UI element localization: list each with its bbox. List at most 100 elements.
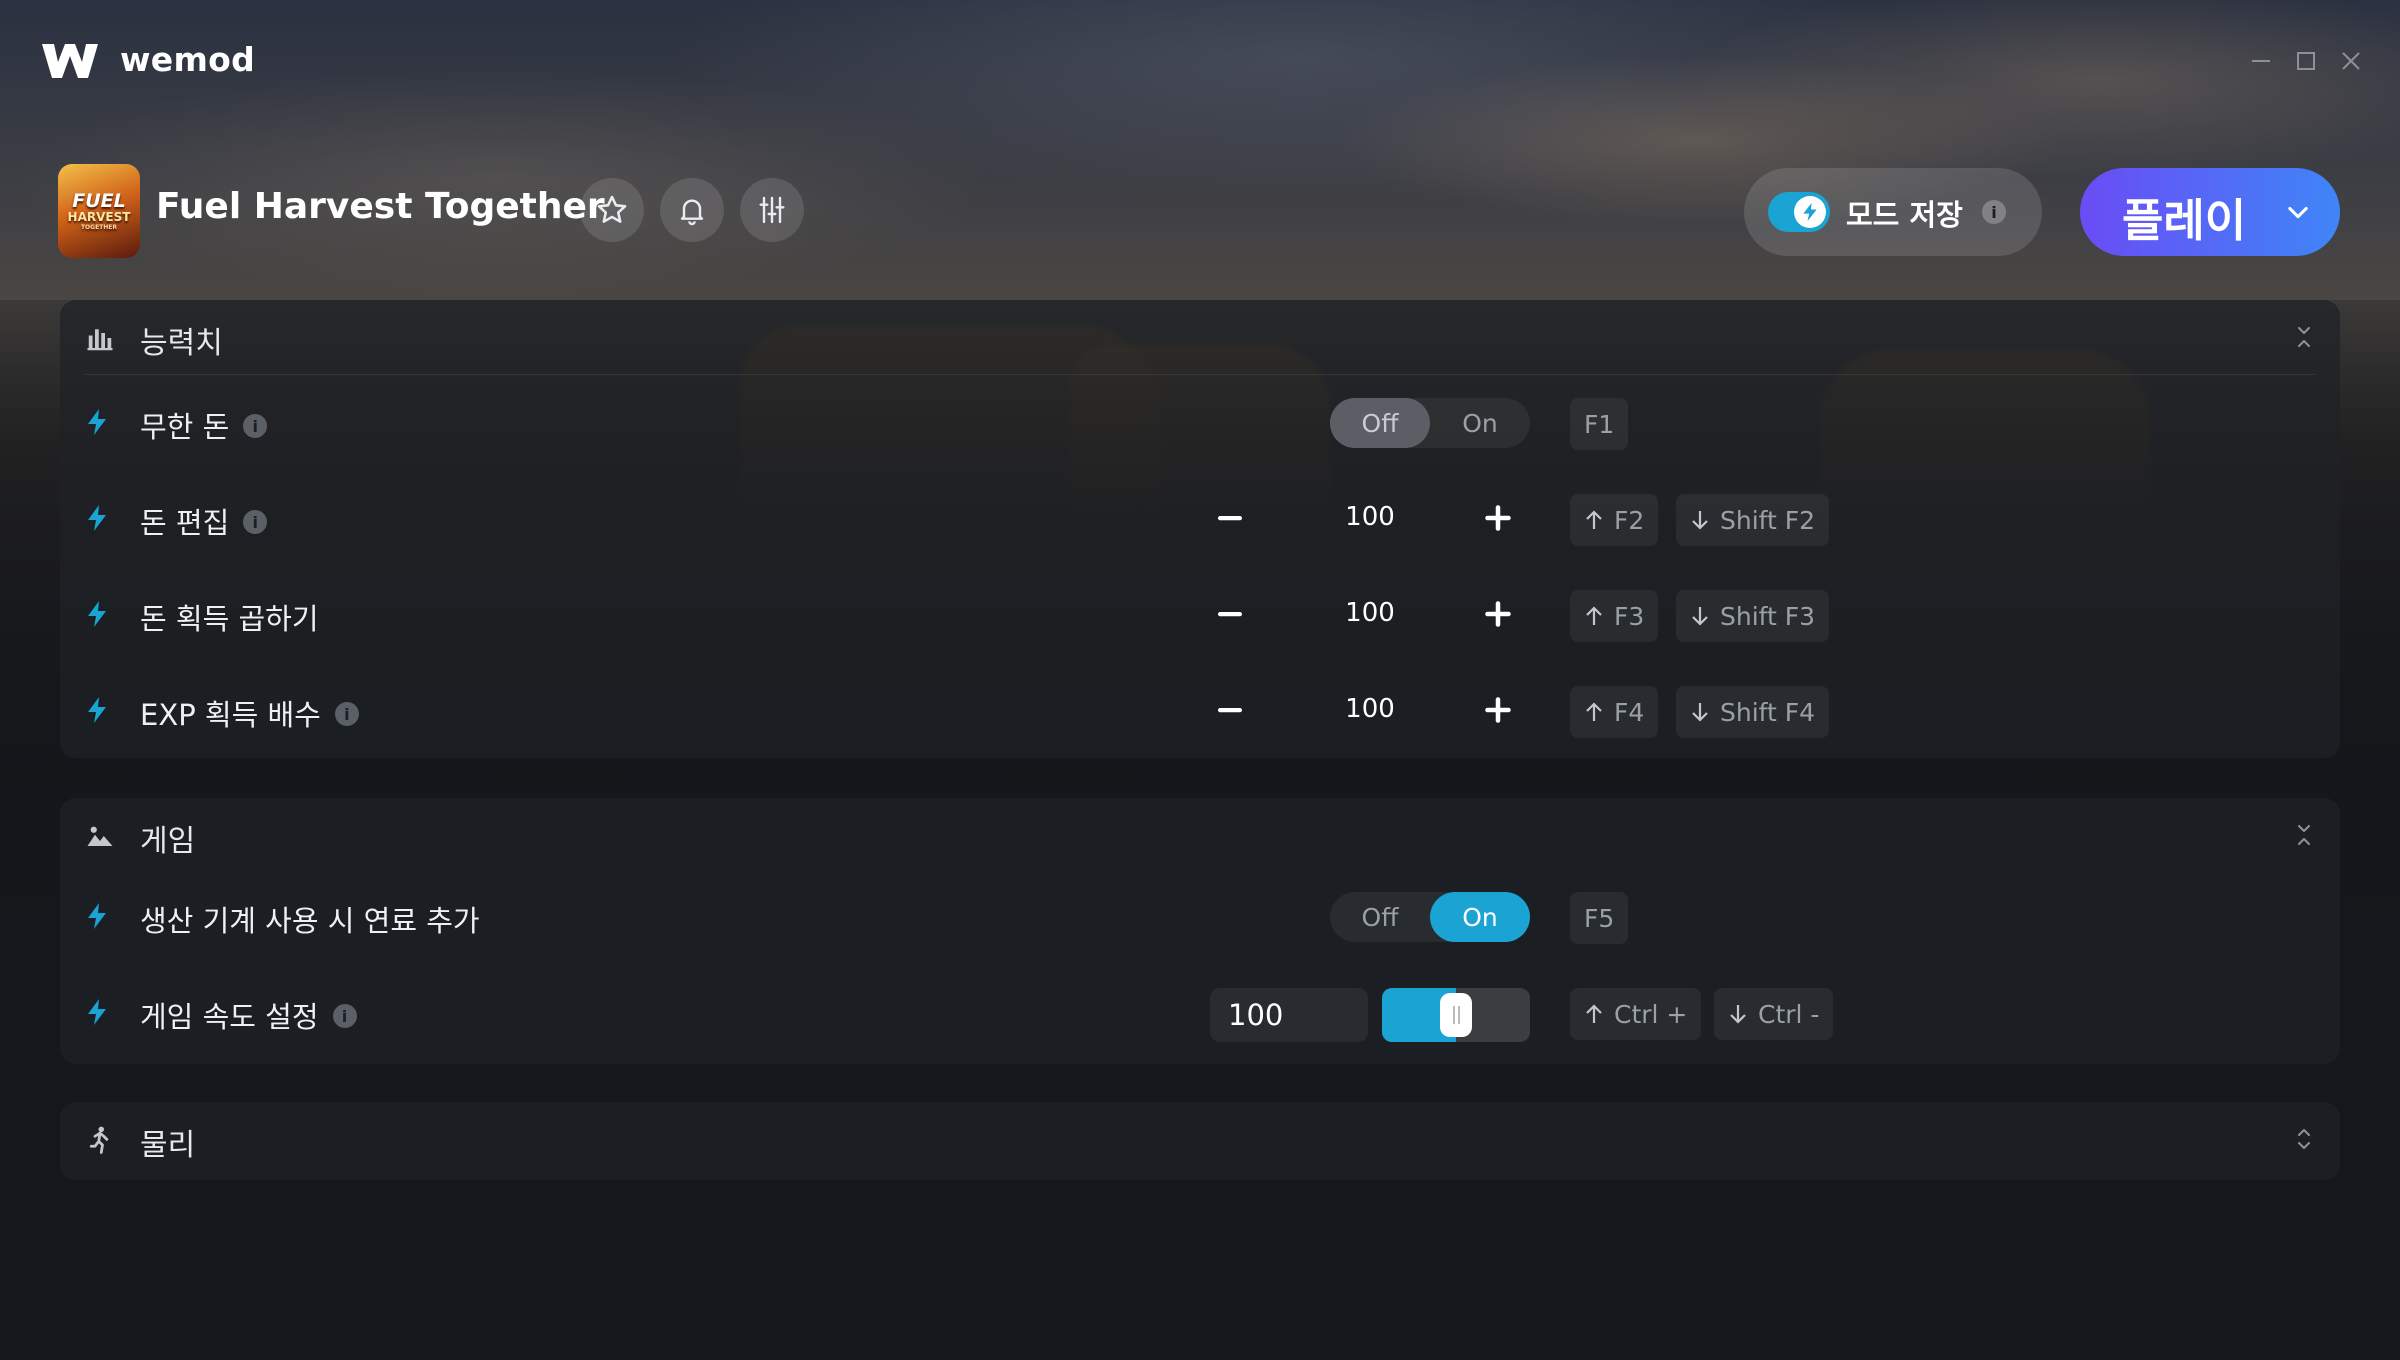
bolt-icon (1803, 202, 1817, 222)
play-button[interactable]: 플레이 (2080, 168, 2340, 256)
toggle-switch[interactable]: Off On (1330, 892, 1530, 942)
hotkey-label: F3 (1614, 601, 1645, 631)
collapse-icon[interactable] (2294, 820, 2314, 850)
plus-icon (1485, 697, 1511, 723)
expand-icon[interactable] (2294, 1124, 2314, 1154)
bolt-icon (88, 409, 106, 435)
info-icon[interactable]: i (332, 1004, 357, 1028)
game-settings-button[interactable] (740, 178, 804, 242)
arrow-down-icon (1728, 1003, 1748, 1025)
stepper-value[interactable]: 100 (1310, 502, 1430, 532)
stepper-value[interactable]: 100 (1310, 694, 1430, 724)
plus-icon (1485, 601, 1511, 627)
favorite-button[interactable] (580, 178, 644, 242)
bolt-icon (88, 505, 106, 531)
info-icon[interactable]: i (243, 510, 268, 534)
section-title: 물리 (140, 1128, 196, 1163)
cheat-name: 게임 속도 설정 i (140, 994, 357, 1036)
cheat-label: 게임 속도 설정 (140, 1000, 319, 1034)
title-bar: wemod (0, 0, 2400, 120)
collapse-icon[interactable] (2294, 322, 2314, 352)
minus-icon (1218, 708, 1242, 713)
bolt-icon (88, 903, 106, 929)
play-label: 플레이 (2122, 194, 2247, 247)
bar-chart-icon (84, 322, 116, 354)
hotkey-badge[interactable]: F1 (1570, 398, 1629, 450)
hotkey-increase[interactable]: F4 (1570, 686, 1659, 738)
speed-slider[interactable] (1382, 988, 1530, 1042)
section-game: 게임 생산 기계 사용 시 연료 추가 Off On F5 게임 속도 설정 i … (60, 798, 2340, 1064)
section-header[interactable]: 물리 (60, 1102, 2340, 1176)
mod-save-knob (1794, 196, 1826, 228)
arrow-down-icon (1690, 509, 1710, 531)
toggle-off-option[interactable]: Off (1330, 398, 1430, 448)
slider-thumb[interactable] (1440, 993, 1472, 1037)
arrow-up-icon (1584, 701, 1604, 723)
mod-save-toggle[interactable]: 모드 저장 i (1744, 168, 2042, 256)
sliders-icon (759, 196, 785, 224)
info-icon[interactable]: i (334, 702, 359, 726)
cheat-label: 생산 기계 사용 시 연료 추가 (140, 904, 480, 938)
hotkey-label: F2 (1614, 505, 1645, 535)
game-cover-art: FUEL HARVEST TOGETHER (58, 164, 140, 258)
cover-text: HARVEST (67, 209, 131, 224)
bell-icon (680, 199, 704, 226)
game-title: Fuel Harvest Together (156, 186, 605, 227)
section-header[interactable]: 능력치 (60, 300, 2340, 375)
hotkey-increase[interactable]: F3 (1570, 590, 1659, 642)
cheat-row-infinite-money: 무한 돈 i Off On F1 (60, 374, 2340, 470)
increase-button[interactable] (1478, 594, 1518, 634)
cheat-name: 무한 돈 i (140, 404, 268, 446)
section-header[interactable]: 게임 (60, 798, 2340, 872)
toggle-on-option[interactable]: On (1430, 892, 1530, 942)
chevron-down-icon[interactable] (2284, 198, 2312, 226)
cheat-row-game-speed: 게임 속도 설정 i 100 Ctrl + Ctrl - (60, 964, 2340, 1060)
bolt-icon (88, 697, 106, 723)
toggle-off-option[interactable]: Off (1330, 892, 1430, 942)
hotkey-badge[interactable]: F5 (1570, 892, 1629, 944)
close-button[interactable] (2334, 44, 2368, 78)
section-stats: 능력치 무한 돈 i Off On F1 돈 편집 i 100 F2 Shift F… (60, 300, 2340, 758)
arrow-up-icon (1584, 1003, 1604, 1025)
cheat-name: 돈 획득 곱하기 (140, 596, 319, 638)
decrease-button[interactable] (1210, 690, 1250, 730)
cover-text: TOGETHER (80, 223, 118, 231)
cheat-label: EXP 획득 배수 (140, 698, 321, 732)
hotkey-decrease[interactable]: Shift F2 (1676, 494, 1830, 546)
cheat-label: 돈 편집 (140, 506, 230, 540)
hotkey-label: F5 (1584, 903, 1615, 933)
hotkey-label: Shift F3 (1720, 601, 1816, 631)
toggle-on-option[interactable]: On (1430, 398, 1530, 448)
arrow-up-icon (1584, 509, 1604, 531)
increase-button[interactable] (1478, 690, 1518, 730)
cheat-row-exp-multiplier: EXP 획득 배수 i 100 F4 Shift F4 (60, 662, 2340, 758)
speed-value-input[interactable]: 100 (1210, 988, 1368, 1042)
app-brand: wemod (120, 40, 256, 79)
hotkey-decrease[interactable]: Shift F3 (1676, 590, 1830, 642)
minus-icon (1218, 516, 1242, 521)
cheat-name: EXP 획득 배수 i (140, 692, 359, 734)
stepper-value[interactable]: 100 (1310, 598, 1430, 628)
hotkey-label: Ctrl + (1614, 999, 1688, 1029)
cheat-row-edit-money: 돈 편집 i 100 F2 Shift F2 (60, 470, 2340, 566)
section-physics: 물리 (60, 1102, 2340, 1180)
maximize-button[interactable] (2289, 44, 2323, 78)
hotkey-label: Shift F4 (1720, 697, 1816, 727)
toggle-switch[interactable]: Off On (1330, 398, 1530, 448)
hotkey-label: F4 (1614, 697, 1645, 727)
mod-save-switch[interactable] (1768, 192, 1830, 232)
decrease-button[interactable] (1210, 594, 1250, 634)
hotkey-decrease[interactable]: Ctrl - (1714, 988, 1834, 1040)
notifications-button[interactable] (660, 178, 724, 242)
hotkey-increase[interactable]: F2 (1570, 494, 1659, 546)
arrow-down-icon (1690, 605, 1710, 627)
increase-button[interactable] (1478, 498, 1518, 538)
hotkey-decrease[interactable]: Shift F4 (1676, 686, 1830, 738)
hotkey-increase[interactable]: Ctrl + (1570, 988, 1702, 1040)
decrease-button[interactable] (1210, 498, 1250, 538)
cheat-row-add-fuel: 생산 기계 사용 시 연료 추가 Off On F5 (60, 868, 2340, 964)
minimize-button[interactable] (2244, 44, 2278, 78)
minus-icon (1218, 612, 1242, 617)
info-icon[interactable]: i (1982, 200, 2006, 224)
info-icon[interactable]: i (243, 414, 268, 438)
